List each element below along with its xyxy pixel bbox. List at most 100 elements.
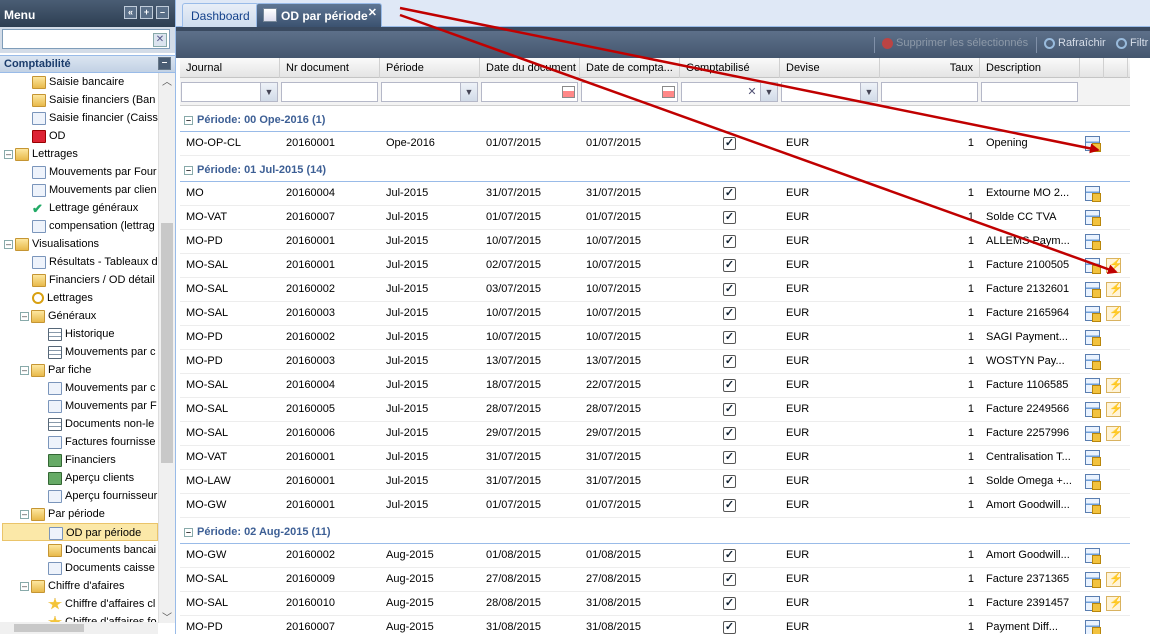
tree-item[interactable]: – Lettrages bbox=[4, 145, 78, 163]
collapse-toggle-icon[interactable]: – bbox=[4, 149, 13, 159]
comptabilise-checkbox[interactable]: ✓ bbox=[723, 235, 736, 248]
refresh-button[interactable]: Rafraîchir bbox=[1044, 37, 1106, 49]
column-header[interactable]: Date du document bbox=[480, 58, 580, 78]
collapse-toggle-icon[interactable]: – bbox=[20, 509, 29, 519]
edit-document-icon[interactable] bbox=[1085, 234, 1101, 250]
edit-document-icon[interactable] bbox=[1085, 378, 1101, 394]
edit-document-icon[interactable] bbox=[1085, 498, 1101, 514]
collapse-toggle-icon[interactable]: – bbox=[4, 239, 13, 249]
table-row[interactable]: MO-SAL 20160002 Jul-2015 03/07/2015 10/07/20… bbox=[180, 278, 1130, 302]
table-row[interactable]: MO-SAL 20160009 Aug-2015 27/08/2015 27/08/20… bbox=[180, 568, 1130, 592]
link-invoice-icon[interactable] bbox=[1106, 306, 1123, 321]
column-filter-input[interactable]: ▼ bbox=[381, 82, 478, 102]
tree-item[interactable]: Résultats - Tableaux d bbox=[32, 253, 158, 271]
tree-item[interactable]: Mouvements par F bbox=[48, 397, 157, 415]
edit-document-icon[interactable] bbox=[1085, 402, 1101, 418]
link-invoice-icon[interactable] bbox=[1106, 572, 1123, 587]
comptabilise-checkbox[interactable]: ✓ bbox=[723, 379, 736, 392]
link-invoice-icon[interactable] bbox=[1106, 282, 1123, 297]
edit-document-icon[interactable] bbox=[1085, 282, 1101, 298]
tree-item[interactable]: Saisie bancaire bbox=[32, 73, 124, 91]
table-row[interactable]: MO-SAL 20160003 Jul-2015 10/07/2015 10/07/20… bbox=[180, 302, 1130, 326]
section-header-comptabilite[interactable]: Comptabilité – bbox=[0, 55, 175, 73]
group-header[interactable]: – Période: 00 Ope-2016 (1) bbox=[180, 106, 1130, 132]
edit-document-icon[interactable] bbox=[1085, 548, 1101, 564]
column-filter-input[interactable] bbox=[281, 82, 378, 102]
minimize-icon[interactable]: – bbox=[156, 6, 169, 19]
tree-item[interactable]: – Par fiche bbox=[20, 361, 91, 379]
dropdown-arrow-icon[interactable]: ▼ bbox=[760, 83, 777, 101]
table-row[interactable]: MO-SAL 20160010 Aug-2015 28/08/2015 31/08/20… bbox=[180, 592, 1130, 616]
group-header[interactable]: – Période: 01 Jul-2015 (14) bbox=[180, 156, 1130, 182]
column-filter-input[interactable] bbox=[581, 82, 678, 102]
collapse-section-icon[interactable]: – bbox=[158, 57, 171, 70]
tree-item[interactable]: OD bbox=[32, 127, 66, 145]
tree-item[interactable]: Mouvements par Four bbox=[32, 163, 157, 181]
link-invoice-icon[interactable] bbox=[1106, 426, 1123, 441]
tree-item[interactable]: Financiers / OD détail bbox=[32, 271, 155, 289]
table-row[interactable]: MO-GW 20160002 Aug-2015 01/08/2015 01/08/201… bbox=[180, 544, 1130, 568]
sidebar-vertical-scrollbar[interactable]: ︿ ﹀ bbox=[158, 73, 175, 624]
table-row[interactable]: MO-LAW 20160001 Jul-2015 31/07/2015 31/07/20… bbox=[180, 470, 1130, 494]
column-header[interactable]: Description bbox=[980, 58, 1080, 78]
tree-item[interactable]: Saisie financiers (Ban bbox=[32, 91, 155, 109]
column-header[interactable]: Date de compta... bbox=[580, 58, 680, 78]
tree-item[interactable]: compensation (lettrag bbox=[32, 217, 155, 235]
sidebar-horizontal-scrollbar[interactable] bbox=[0, 622, 158, 634]
edit-document-icon[interactable] bbox=[1085, 596, 1101, 612]
column-filter-input[interactable]: ▼ bbox=[781, 82, 878, 102]
link-invoice-icon[interactable] bbox=[1106, 258, 1123, 273]
comptabilise-checkbox[interactable]: ✓ bbox=[723, 451, 736, 464]
table-row[interactable]: MO-SAL 20160005 Jul-2015 28/07/2015 28/07/20… bbox=[180, 398, 1130, 422]
collapse-toggle-icon[interactable]: – bbox=[20, 581, 29, 591]
dropdown-arrow-icon[interactable]: ▼ bbox=[260, 83, 277, 101]
comptabilise-checkbox[interactable]: ✓ bbox=[723, 331, 736, 344]
collapse-all-icon[interactable]: « bbox=[124, 6, 137, 19]
comptabilise-checkbox[interactable]: ✓ bbox=[723, 283, 736, 296]
collapse-group-icon[interactable]: – bbox=[184, 527, 193, 537]
column-filter-input[interactable] bbox=[981, 82, 1078, 102]
comptabilise-checkbox[interactable]: ✓ bbox=[723, 621, 736, 634]
comptabilise-checkbox[interactable]: ✓ bbox=[723, 549, 736, 562]
edit-document-icon[interactable] bbox=[1085, 210, 1101, 226]
tree-item[interactable]: Lettrages bbox=[32, 289, 93, 307]
filter-button[interactable]: Filtr bbox=[1116, 37, 1148, 49]
tree-item[interactable]: Aperçu fournisseur bbox=[48, 487, 157, 505]
tree-item[interactable]: Factures fournisse bbox=[48, 433, 155, 451]
table-row[interactable]: MO-VAT 20160001 Jul-2015 31/07/2015 31/07/20… bbox=[180, 446, 1130, 470]
tree-item[interactable]: Mouvements par c bbox=[48, 343, 155, 361]
tab-od-par-periode[interactable]: OD par période ✕ bbox=[256, 3, 382, 27]
table-row[interactable]: MO-SAL 20160006 Jul-2015 29/07/2015 29/07/20… bbox=[180, 422, 1130, 446]
tree-item[interactable]: Aperçu clients bbox=[48, 469, 134, 487]
comptabilise-checkbox[interactable]: ✓ bbox=[723, 427, 736, 440]
column-header[interactable]: Taux bbox=[880, 58, 980, 78]
dropdown-arrow-icon[interactable]: ▼ bbox=[860, 83, 877, 101]
calendar-icon[interactable] bbox=[662, 86, 675, 98]
scrollbar-thumb[interactable] bbox=[161, 223, 173, 463]
edit-document-icon[interactable] bbox=[1085, 354, 1101, 370]
edit-document-icon[interactable] bbox=[1085, 474, 1101, 490]
column-filter-input[interactable]: ▼ ✕ bbox=[681, 82, 778, 102]
link-invoice-icon[interactable] bbox=[1106, 378, 1123, 393]
tree-item[interactable]: Documents non-le bbox=[48, 415, 154, 433]
edit-document-icon[interactable] bbox=[1085, 330, 1101, 346]
table-row[interactable]: MO-PD 20160007 Aug-2015 31/08/2015 31/08/201… bbox=[180, 616, 1130, 634]
tree-item[interactable]: OD par période bbox=[2, 523, 158, 541]
edit-document-icon[interactable] bbox=[1085, 450, 1101, 466]
scroll-down-icon[interactable]: ﹀ bbox=[159, 609, 175, 624]
column-header[interactable]: Nr document bbox=[280, 58, 380, 78]
tree-item[interactable]: – Visualisations bbox=[4, 235, 99, 253]
column-filter-input[interactable] bbox=[881, 82, 978, 102]
tree-item[interactable]: Documents bancai bbox=[48, 541, 156, 559]
tree-item[interactable]: Mouvements par clien bbox=[32, 181, 157, 199]
table-row[interactable]: MO-PD 20160001 Jul-2015 10/07/2015 10/07/201… bbox=[180, 230, 1130, 254]
edit-document-icon[interactable] bbox=[1085, 426, 1101, 442]
tree-item[interactable]: – Généraux bbox=[20, 307, 96, 325]
scrollbar-thumb[interactable] bbox=[14, 624, 84, 632]
tab-dashboard[interactable]: Dashboard bbox=[182, 3, 259, 27]
comptabilise-checkbox[interactable]: ✓ bbox=[723, 475, 736, 488]
table-row[interactable]: MO 20160004 Jul-2015 31/07/2015 31/07/2015 ✓ E… bbox=[180, 182, 1130, 206]
comptabilise-checkbox[interactable]: ✓ bbox=[723, 597, 736, 610]
column-header[interactable]: Devise bbox=[780, 58, 880, 78]
group-header[interactable]: – Période: 02 Aug-2015 (11) bbox=[180, 518, 1130, 544]
